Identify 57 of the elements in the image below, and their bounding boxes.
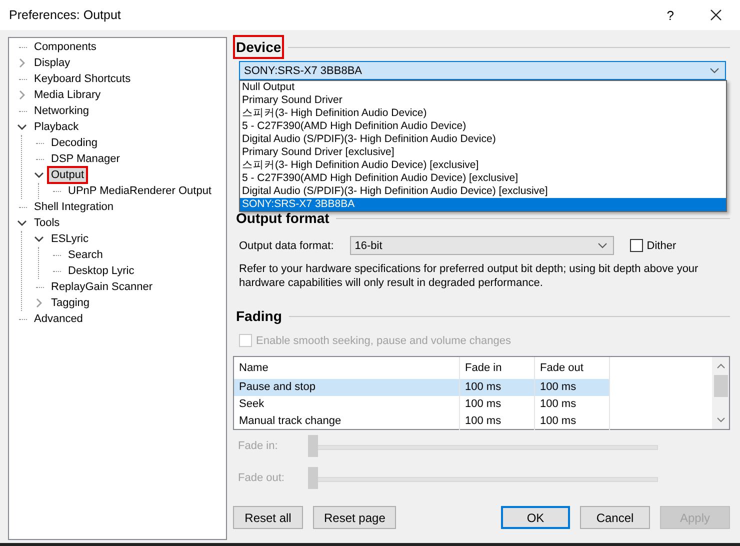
table-cell: 100 ms — [535, 379, 610, 396]
dropdown-option[interactable]: 5 - C27F390(AMD High Definition Audio Device) — [240, 120, 726, 133]
dropdown-option[interactable]: Digital Audio (S/PDIF)(3- High Definition Audio Device) [exclusive] — [240, 185, 726, 198]
checkbox-label: Enable smooth seeking, pause and volume changes — [256, 334, 512, 346]
dropdown-option[interactable]: 스피커(3- High Definition Audio Device) — [240, 107, 726, 120]
table-cell: 100 ms — [460, 379, 535, 396]
tree-item[interactable]: ReplayGain Scanner — [47, 278, 157, 296]
tree-item[interactable]: Desktop Lyric — [64, 262, 138, 280]
checkbox-label: Dither — [646, 240, 676, 252]
dialog-button[interactable]: Reset page — [313, 506, 396, 529]
dropdown-option[interactable]: SONY:SRS-X7 3BB8BA — [240, 198, 726, 211]
tree-item[interactable]: Media Library — [30, 86, 105, 104]
window-title: Preferences: Output — [9, 8, 122, 22]
table-cell: Manual track change — [234, 413, 460, 430]
dialog-button[interactable]: Cancel — [580, 506, 650, 529]
table-cell: 100 ms — [460, 396, 535, 413]
help-text: Refer to your hardware specifications for preferred output bit depth; using bit depth above your hardware capabilities will only result in degraded performance. — [239, 262, 700, 290]
section-heading: Fading — [235, 307, 283, 326]
table-cell: 100 ms — [535, 413, 610, 430]
tree-item[interactable]: Tagging — [47, 294, 94, 312]
dialog-button[interactable]: OK — [501, 506, 570, 529]
section-heading: Device — [233, 35, 284, 59]
section-heading: Output format — [235, 209, 330, 228]
tree-item[interactable]: Playback — [30, 118, 83, 136]
slider-label: Fade in: — [238, 440, 279, 452]
format-dropdown[interactable]: 16-bit — [350, 236, 614, 255]
table-cell: 100 ms — [460, 413, 535, 430]
dropdown-option[interactable]: Digital Audio (S/PDIF)(3- High Definition Audio Device) — [240, 133, 726, 146]
dropdown-option[interactable]: 스피커(3- High Definition Audio Device) [exclusive] — [240, 159, 726, 172]
table-cell: 100 ms — [535, 396, 610, 413]
table-cell: Seek — [234, 396, 460, 413]
field-label: Output data format: — [239, 240, 334, 252]
dialog-button[interactable]: Reset all — [233, 506, 303, 529]
table-row[interactable]: Seek 100 ms 100 ms — [234, 396, 610, 413]
slider-label: Fade out: — [238, 472, 286, 484]
dropdown-option[interactable]: Null Output — [240, 81, 726, 94]
tree-item[interactable]: DSP Manager — [47, 150, 124, 168]
tree-item[interactable]: Display — [30, 54, 74, 72]
help-button[interactable]: ? — [666, 8, 674, 22]
tree-item[interactable]: UPnP MediaRenderer Output — [64, 182, 216, 200]
tree-item[interactable]: Search — [64, 246, 107, 264]
tree-item[interactable]: Decoding — [47, 134, 102, 152]
device-dropdown[interactable]: SONY:SRS-X7 3BB8BA — [239, 61, 726, 80]
tree-item[interactable]: Keyboard Shortcuts — [30, 70, 135, 88]
tree-item[interactable]: Output — [47, 166, 88, 184]
table-row[interactable]: Pause and stop 100 ms 100 ms — [234, 379, 610, 396]
tree-item[interactable]: Shell Integration — [30, 198, 118, 216]
tree-item[interactable]: Tools — [30, 214, 64, 232]
tree-item[interactable]: Networking — [30, 102, 94, 120]
table-row[interactable]: Manual track change 100 ms 100 ms — [234, 413, 610, 430]
tree-item[interactable]: Components — [30, 38, 100, 56]
tree-item[interactable]: Advanced — [30, 310, 87, 328]
tree-item[interactable]: ESLyric — [47, 230, 92, 248]
table-cell: Pause and stop — [234, 379, 460, 396]
dropdown-option[interactable]: 5 - C27F390(AMD High Definition Audio Device) [exclusive] — [240, 172, 726, 185]
dropdown-option[interactable]: Primary Sound Driver [exclusive] — [240, 146, 726, 159]
dropdown-option[interactable]: Primary Sound Driver — [240, 94, 726, 107]
